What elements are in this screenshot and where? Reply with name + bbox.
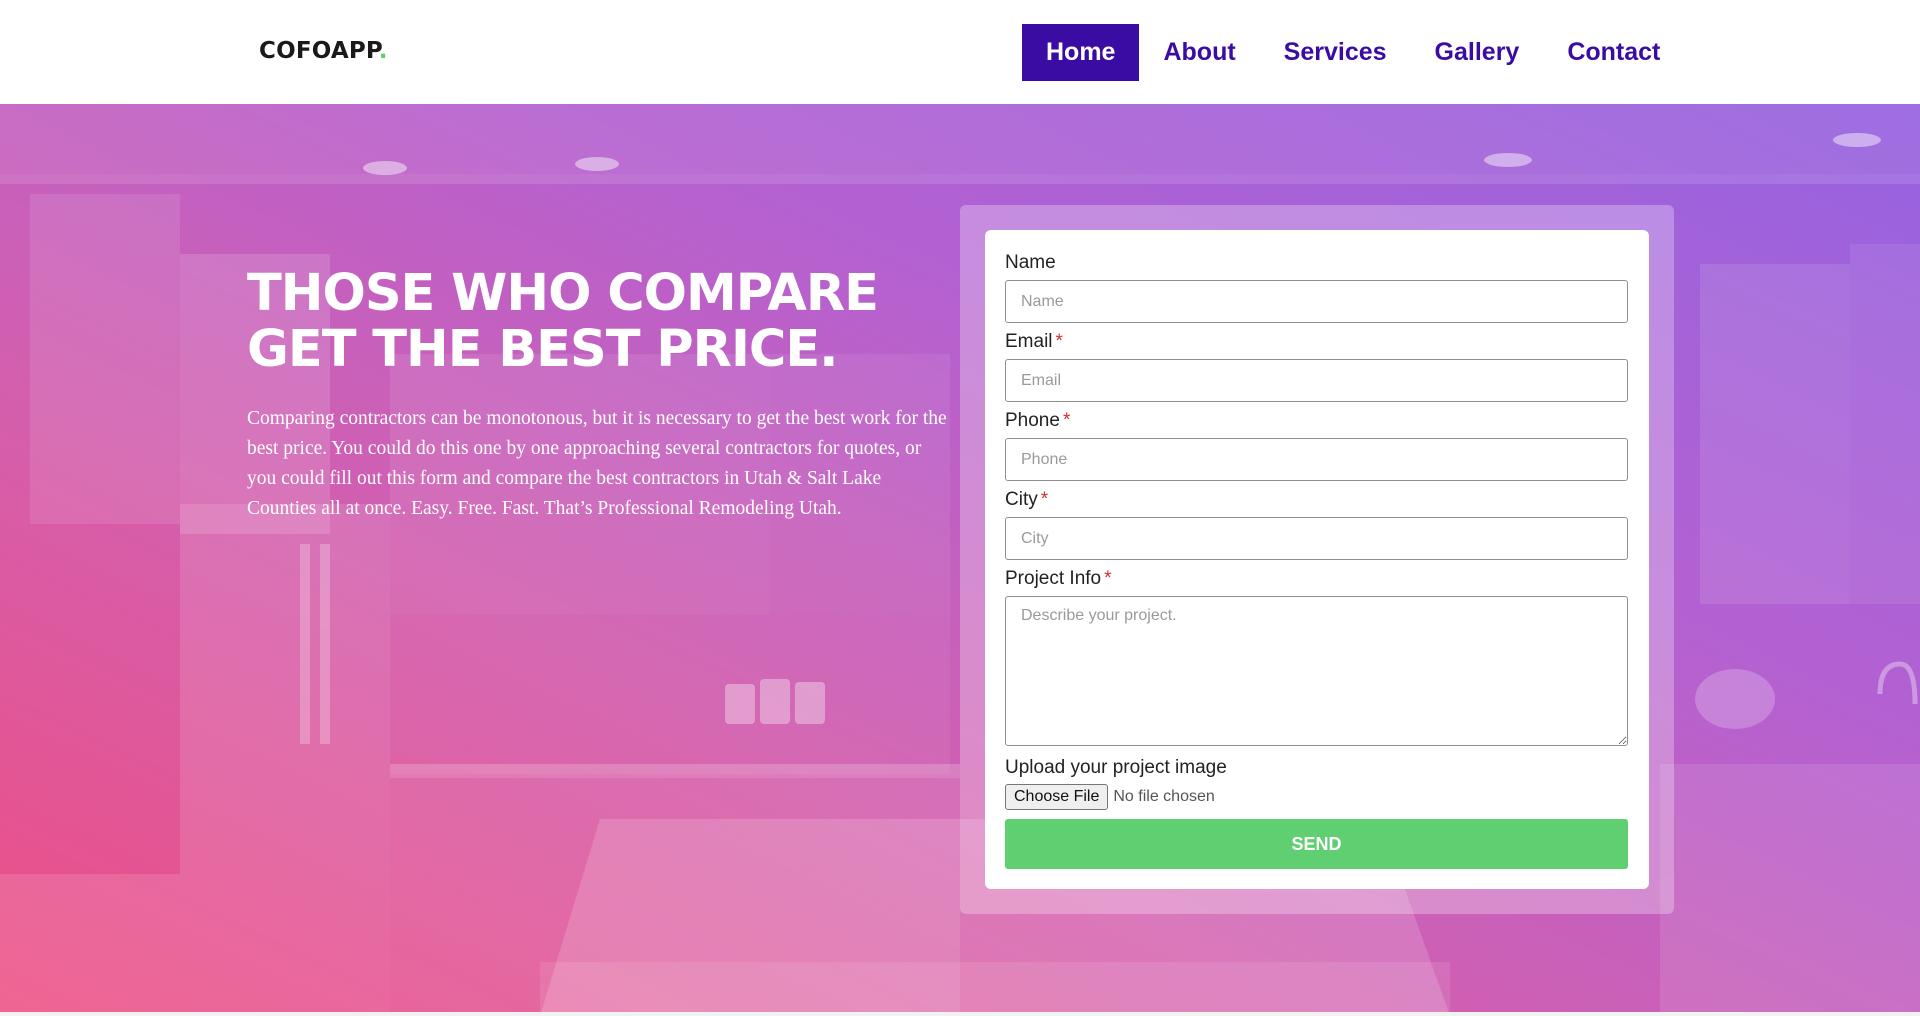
send-button[interactable]: SEND [1005,819,1628,869]
required-mark: * [1062,410,1071,431]
logo-text: COFOAPP [259,38,379,64]
required-mark: * [1104,568,1112,589]
name-label: Name [1005,252,1056,273]
email-field[interactable] [1005,359,1628,402]
city-label: City * [1005,489,1049,510]
main-nav: Home About Services Gallery Contact [1022,24,1684,81]
headline-line-1: THOSE WHO COMPARE [247,264,879,323]
nav-gallery[interactable]: Gallery [1411,24,1544,81]
name-field[interactable] [1005,280,1628,323]
page-bottom-edge [0,1012,1920,1016]
nav-about[interactable]: About [1139,24,1259,81]
logo[interactable]: COFOAPP. [259,38,388,64]
city-field[interactable] [1005,517,1628,560]
phone-label: Phone * [1005,410,1071,431]
required-mark: * [1055,331,1063,352]
project-info-textarea[interactable] [1005,596,1628,746]
phone-field[interactable] [1005,438,1628,481]
nav-services[interactable]: Services [1260,24,1411,81]
file-upload: Choose File No file chosen [1005,784,1215,810]
choose-file-button[interactable]: Choose File [1005,784,1109,810]
hero-headline: THOSE WHO COMPARE GET THE BEST PRICE. [247,266,967,378]
nav-contact[interactable]: Contact [1543,24,1684,81]
required-mark: * [1040,489,1049,510]
upload-label: Upload your project image [1005,757,1227,778]
project-info-label: Project Info * [1005,568,1112,589]
nav-home[interactable]: Home [1022,24,1140,81]
headline-line-2: GET THE BEST PRICE. [247,320,839,379]
site-header: COFOAPP. Home About Services Gallery Con… [0,0,1920,104]
email-label: Email * [1005,331,1063,352]
logo-dot: . [378,38,388,64]
hero-intro-text: Comparing contractors can be monotonous,… [247,408,947,519]
file-status-text: No file chosen [1113,788,1215,805]
